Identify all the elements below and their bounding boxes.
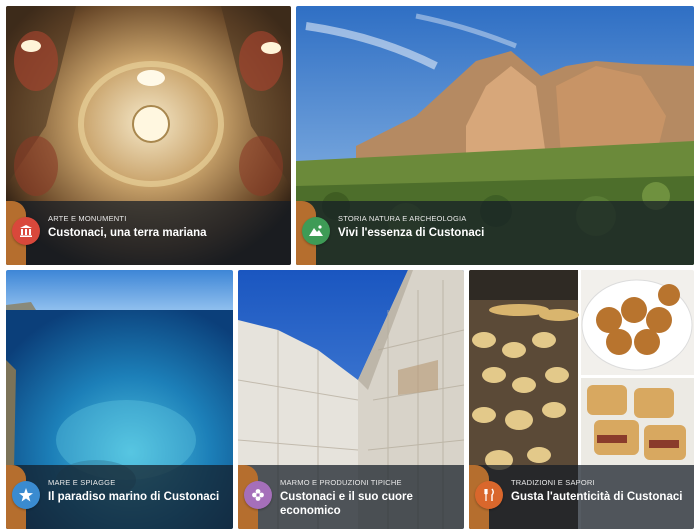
card-category: STORIA NATURA E ARCHEOLOGIA — [338, 214, 467, 223]
starfish-icon — [12, 481, 40, 509]
card-tradizioni-sapori[interactable]: TRADIZIONI E SAPORI Gusta l'autenticità … — [469, 270, 694, 529]
card-natura-archeologia[interactable]: STORIA NATURA E ARCHEOLOGIA Vivi l'essen… — [296, 6, 694, 265]
card-marmo-produzioni[interactable]: MARMO E PRODUZIONI TIPICHE Custonaci e i… — [238, 270, 464, 529]
card-arte-monumenti[interactable]: ARTE E MONUMENTI Custonaci, una terra ma… — [6, 6, 291, 265]
card-title[interactable]: Il paradiso marino di Custonaci — [48, 490, 225, 504]
card-caption: TRADIZIONI E SAPORI Gusta l'autenticità … — [469, 465, 694, 529]
card-title[interactable]: Gusta l'autenticità di Custonaci — [511, 490, 686, 504]
monument-icon — [12, 217, 40, 245]
card-caption: MARE E SPIAGGE Il paradiso marino di Cus… — [6, 465, 233, 529]
card-title[interactable]: Vivi l'essenza di Custonaci — [338, 226, 686, 240]
card-category: ARTE E MONUMENTI — [48, 214, 127, 223]
card-title[interactable]: Custonaci, una terra mariana — [48, 226, 283, 240]
card-title[interactable]: Custonaci e il suo cuore economico — [280, 490, 456, 518]
card-category: MARMO E PRODUZIONI TIPICHE — [280, 478, 402, 487]
mountain-icon — [302, 217, 330, 245]
card-category: TRADIZIONI E SAPORI — [511, 478, 595, 487]
card-caption: ARTE E MONUMENTI Custonaci, una terra ma… — [6, 201, 291, 265]
card-caption: MARMO E PRODUZIONI TIPICHE Custonaci e i… — [238, 465, 464, 529]
flower-icon — [244, 481, 272, 509]
card-category: MARE E SPIAGGE — [48, 478, 116, 487]
fork-knife-icon — [475, 481, 503, 509]
card-caption: STORIA NATURA E ARCHEOLOGIA Vivi l'essen… — [296, 201, 694, 265]
card-mare-spiagge[interactable]: MARE E SPIAGGE Il paradiso marino di Cus… — [6, 270, 233, 529]
